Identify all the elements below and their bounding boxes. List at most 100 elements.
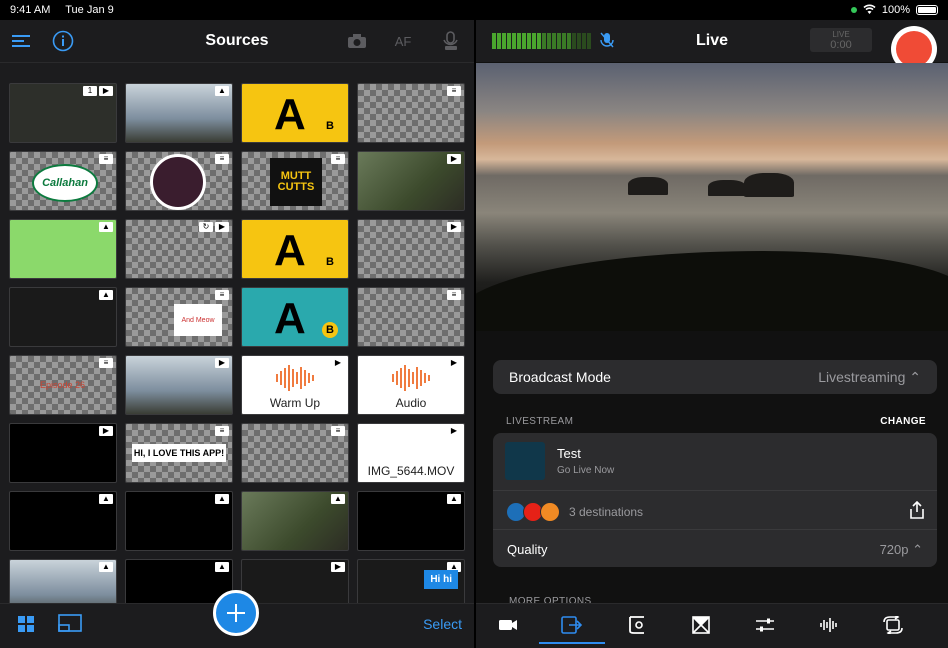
source-tile[interactable]: ▶ IMG_5644.MOV xyxy=(357,423,465,483)
img-badge-icon: ▲ xyxy=(215,86,229,96)
mic-muted-icon[interactable] xyxy=(600,31,614,56)
add-source-button[interactable] xyxy=(213,590,259,636)
source-tile[interactable]: AB xyxy=(241,83,349,143)
camera-icon[interactable] xyxy=(346,30,368,52)
tile-badges: ▲ xyxy=(99,222,113,232)
stream-name: Test xyxy=(557,446,581,461)
source-tile[interactable]: ▶ xyxy=(125,355,233,415)
source-tile[interactable]: ▲ xyxy=(125,83,233,143)
play-badge-icon: ▶ xyxy=(447,358,461,368)
share-icon[interactable] xyxy=(909,500,925,524)
audio-tab-icon[interactable] xyxy=(809,614,849,636)
play-badge-icon: ▶ xyxy=(331,358,345,368)
live-status-box: LIVE 0:00 xyxy=(810,28,872,52)
mic-settings-icon[interactable] xyxy=(440,30,462,52)
img-badge-icon: ▲ xyxy=(99,562,113,572)
tile-badges: ▶ xyxy=(447,154,461,164)
source-tile[interactable]: ▲ xyxy=(9,287,117,347)
source-tile[interactable]: ▲ xyxy=(357,491,465,551)
source-tile[interactable]: ▲ xyxy=(9,219,117,279)
source-tile[interactable]: ▶ Audio xyxy=(357,355,465,415)
af-icon[interactable]: AF xyxy=(392,30,414,52)
meter-bar xyxy=(502,33,506,49)
source-tile[interactable]: ≡ And Meow xyxy=(125,287,233,347)
layers-badge-icon: ≡ xyxy=(331,154,345,164)
source-tile[interactable]: ≡ xyxy=(241,423,349,483)
meter-bar xyxy=(537,33,541,49)
output-tab-icon[interactable] xyxy=(552,614,592,636)
status-time: 9:41 AM xyxy=(10,4,51,16)
layers-badge-icon: ≡ xyxy=(99,154,113,164)
meter-bar xyxy=(512,33,516,49)
meter-bar xyxy=(507,33,511,49)
destination-icon xyxy=(540,502,560,522)
play-badge-icon: ▶ xyxy=(447,426,461,436)
live-pane: Live LIVE 0:00 Broadcast Mode Livestream… xyxy=(476,20,948,648)
select-button[interactable]: Select xyxy=(423,616,462,632)
live-title: Live xyxy=(695,32,728,49)
transitions-tab-icon[interactable] xyxy=(617,614,657,636)
loop-badge-icon: ↻ xyxy=(199,222,213,232)
quality-label: Quality xyxy=(507,542,548,557)
source-tile[interactable]: ≡ xyxy=(125,151,233,211)
mutt-cutts-logo: MUTT CUTTS xyxy=(270,158,322,206)
meter-bar xyxy=(562,33,566,49)
camera-tab-icon[interactable] xyxy=(488,614,528,636)
live-badge: LIVE xyxy=(832,30,850,39)
source-tile[interactable]: ▲ xyxy=(9,491,117,551)
battery-percent: 100% xyxy=(881,4,910,16)
source-tile[interactable]: ▲ xyxy=(125,491,233,551)
tile-badges: ≡ xyxy=(331,154,345,164)
source-tile[interactable]: ▲ xyxy=(241,491,349,551)
source-tile[interactable]: ▶ xyxy=(357,219,465,279)
source-tile[interactable]: AB xyxy=(241,219,349,279)
source-tile[interactable]: AB xyxy=(241,287,349,347)
destinations-count[interactable]: 3 destinations xyxy=(569,505,643,519)
tile-badges: ▶ xyxy=(215,358,229,368)
destination-icons xyxy=(506,502,560,522)
info-icon[interactable] xyxy=(52,30,74,52)
tile-badges: ▶ xyxy=(331,562,345,572)
layers-badge-icon: ≡ xyxy=(215,290,229,300)
tile-badges: ↻ ▶ xyxy=(199,222,229,232)
overlay-tab-icon[interactable] xyxy=(681,614,721,636)
source-tile[interactable]: ↻ ▶ xyxy=(125,219,233,279)
status-bar: 9:41 AM Tue Jan 9 100% xyxy=(0,0,948,20)
meter-bar xyxy=(582,33,586,49)
change-button[interactable]: CHANGE xyxy=(880,416,926,427)
source-tile[interactable]: ≡ Episode 26 xyxy=(9,355,117,415)
layout-view-icon[interactable] xyxy=(58,614,82,637)
title-card-badge: B xyxy=(322,254,338,270)
grid-view-icon[interactable] xyxy=(18,616,34,637)
source-tile[interactable]: ▶ xyxy=(9,423,117,483)
source-tile[interactable]: ▶ xyxy=(357,151,465,211)
source-tile[interactable]: ▶ Warm Up xyxy=(241,355,349,415)
source-tile[interactable]: 1 ▶ xyxy=(9,83,117,143)
switch-tab-icon[interactable] xyxy=(873,614,913,636)
selected-tab-indicator xyxy=(539,642,605,644)
quality-value[interactable]: 720p ⌃ xyxy=(880,542,923,558)
layers-badge-icon: ≡ xyxy=(99,358,113,368)
livestream-header: LIVESTREAM CHANGE xyxy=(506,416,926,427)
menu-icon[interactable] xyxy=(11,30,33,52)
source-tile[interactable]: ≡ HI, I LOVE THIS APP! xyxy=(125,423,233,483)
meter-bar xyxy=(527,33,531,49)
source-tile[interactable]: ≡ Callahan xyxy=(9,151,117,211)
tile-badges: ≡ xyxy=(215,290,229,300)
meter-bar xyxy=(532,33,536,49)
source-tile[interactable]: ≡ MUTT CUTTS xyxy=(241,151,349,211)
chevron-updown-icon: ⌃ xyxy=(909,368,921,385)
meter-bar xyxy=(552,33,556,49)
foreground-hill xyxy=(476,251,948,331)
source-tile[interactable]: ≡ xyxy=(357,83,465,143)
tile-badges: ▶ xyxy=(99,426,113,436)
sources-footer: Select xyxy=(0,590,474,648)
source-tile[interactable]: ≡ xyxy=(357,287,465,347)
broadcast-mode-row[interactable]: Broadcast Mode Livestreaming ⌃ xyxy=(493,360,937,394)
adjust-tab-icon[interactable] xyxy=(745,614,785,636)
tile-badges: ▲ xyxy=(99,494,113,504)
layers-badge-icon: ≡ xyxy=(215,426,229,436)
tile-badges: ▲ xyxy=(99,290,113,300)
sea-rock xyxy=(744,173,794,197)
sources-pane: Sources AF 1 ▶ ▲ A B ≡ ≡ Callahan ≡ ≡ MUTT CUTTS ▶ ▲… xyxy=(0,20,474,648)
